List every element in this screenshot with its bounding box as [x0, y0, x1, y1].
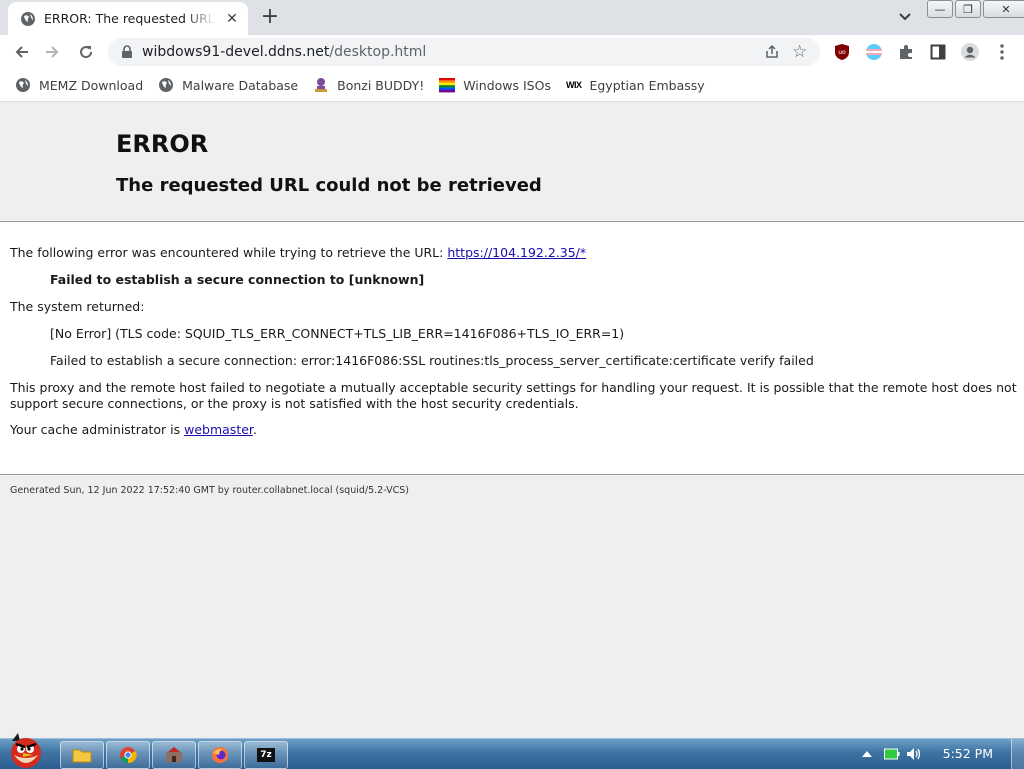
error-body: The following error was encountered whil…: [0, 222, 1024, 475]
ublock-icon[interactable]: uo: [832, 42, 852, 62]
bookmark-malware-database[interactable]: Malware Database: [158, 73, 298, 97]
browser-tab[interactable]: ERROR: The requested URL could not be re…: [8, 2, 248, 35]
globe-icon: [16, 78, 30, 92]
browser-toolbar: wibdows91-devel.ddns.net/desktop.html ☆ …: [0, 35, 1024, 69]
webmaster-link[interactable]: webmaster: [184, 422, 253, 437]
firefox-icon: [212, 747, 228, 763]
taskbar: 7z 5:52 PM: [0, 733, 1024, 769]
kebab-menu-icon: [1000, 44, 1004, 60]
puzzle-icon: [900, 45, 912, 59]
share-icon[interactable]: [764, 44, 780, 60]
close-window-button[interactable]: ✕: [983, 0, 1024, 18]
globe-icon: [21, 11, 35, 26]
error-header: ERROR The requested URL could not be ret…: [0, 102, 1024, 222]
explanation-line-2: support secure connections, or the proxy…: [10, 396, 579, 411]
lock-icon[interactable]: [120, 45, 134, 59]
error-intro: The following error was encountered whil…: [10, 245, 586, 260]
trans-flag-icon[interactable]: [864, 42, 884, 62]
chrome-icon: [120, 747, 137, 764]
address-bar[interactable]: wibdows91-devel.ddns.net/desktop.html ☆: [108, 38, 820, 66]
forward-button[interactable]: [42, 42, 62, 62]
svg-text:uo: uo: [838, 49, 846, 56]
side-panel-button[interactable]: [928, 42, 948, 62]
extensions-button[interactable]: [896, 42, 916, 62]
system-tray: 5:52 PM: [844, 739, 1024, 769]
minimize-button[interactable]: —: [927, 0, 953, 18]
taskbar-clock[interactable]: 5:52 PM: [943, 746, 993, 761]
back-button[interactable]: [12, 42, 32, 62]
arrow-right-icon: [46, 46, 59, 58]
url-text[interactable]: wibdows91-devel.ddns.net/desktop.html: [142, 44, 426, 60]
sidebar-icon: [930, 44, 946, 60]
error-subtitle: The requested URL could not be retrieved: [116, 175, 542, 196]
volume-icon[interactable]: [906, 747, 922, 761]
bookmark-memz-download[interactable]: MEMZ Download: [15, 73, 143, 97]
bookmark-label: MEMZ Download: [39, 77, 144, 93]
error-title: ERROR: [116, 130, 209, 158]
arrow-left-icon: [15, 46, 28, 58]
cache-admin-suffix: .: [252, 422, 257, 437]
tab-strip: ERROR: The requested URL could not be re…: [0, 0, 1024, 35]
cache-admin-prefix: Your cache administrator is: [10, 422, 185, 437]
battery-icon[interactable]: [884, 748, 900, 760]
new-tab-button[interactable]: +: [259, 6, 281, 28]
url-path: /desktop.html: [329, 44, 427, 60]
generated-footer: Generated Sun, 12 Jun 2022 17:52:40 GMT …: [10, 485, 409, 496]
tray-expand-icon[interactable]: [862, 750, 872, 758]
tab-search-chevron-icon[interactable]: [896, 8, 914, 26]
explanation-line-1: This proxy and the remote host failed to…: [10, 380, 1017, 395]
app-icon: [166, 747, 182, 762]
tab-close-button[interactable]: ✕: [224, 11, 240, 27]
7zip-icon: 7z: [257, 748, 275, 762]
bookmark-label: Windows ISOs: [463, 77, 551, 93]
error-intro-text: The following error was encountered whil…: [10, 245, 444, 260]
taskbar-chrome-button[interactable]: [106, 741, 150, 769]
explorer-icon: [72, 749, 92, 763]
restore-button[interactable]: ❐: [955, 0, 981, 18]
system-returned-label: The system returned:: [10, 299, 145, 314]
reload-button[interactable]: [76, 42, 96, 62]
wix-icon: WIX: [565, 80, 582, 90]
window-controls: — ❐ ✕: [927, 0, 1024, 18]
taskbar-explorer-button[interactable]: [60, 741, 104, 769]
tls-code-line: [No Error] (TLS code: SQUID_TLS_ERR_CONN…: [50, 326, 625, 341]
bookmark-star-icon[interactable]: ☆: [792, 43, 810, 61]
bookmark-bonzi-buddy[interactable]: Bonzi BUDDY!: [313, 73, 424, 97]
ublock-shield-icon: uo: [835, 44, 849, 60]
reload-icon: [80, 46, 93, 59]
trans-flag-extension-icon: [866, 44, 882, 60]
rainbow-flag-icon: [439, 78, 456, 93]
taskbar-app-button[interactable]: [152, 741, 196, 769]
bookmark-windows-isos[interactable]: Windows ISOs: [439, 73, 551, 97]
bookmarks-bar: MEMZ Download Malware Database Bonzi BUD…: [0, 69, 1024, 102]
browser-menu-button[interactable]: [992, 42, 1012, 62]
requested-url-link[interactable]: https://104.192.2.35/*: [447, 245, 586, 260]
bookmark-label: Malware Database: [182, 77, 299, 93]
globe-icon: [159, 78, 174, 92]
url-host: wibdows91-devel.ddns.net: [142, 44, 330, 60]
error-failed-message: Failed to establish a secure connection …: [50, 272, 425, 287]
tab-title: ERROR: The requested URL could not be re…: [44, 11, 216, 26]
profile-button[interactable]: [960, 42, 980, 62]
taskbar-firefox-button[interactable]: [198, 741, 242, 769]
angry-bird-start-icon[interactable]: [4, 731, 48, 769]
cache-admin-line: Your cache administrator is webmaster.: [10, 422, 257, 437]
page-content: ERROR The requested URL could not be ret…: [0, 102, 1024, 738]
profile-icon: [961, 43, 979, 61]
show-desktop-button[interactable]: [1011, 739, 1024, 769]
ssl-detail-line: Failed to establish a secure connection:…: [50, 353, 814, 368]
bonzi-icon: [315, 78, 328, 92]
taskbar-7zip-button[interactable]: 7z: [244, 741, 288, 769]
bookmark-label: Bonzi BUDDY!: [337, 77, 425, 93]
bookmark-label: Egyptian Embassy: [589, 77, 705, 93]
bookmark-egyptian-embassy[interactable]: WIX Egyptian Embassy: [566, 73, 705, 97]
